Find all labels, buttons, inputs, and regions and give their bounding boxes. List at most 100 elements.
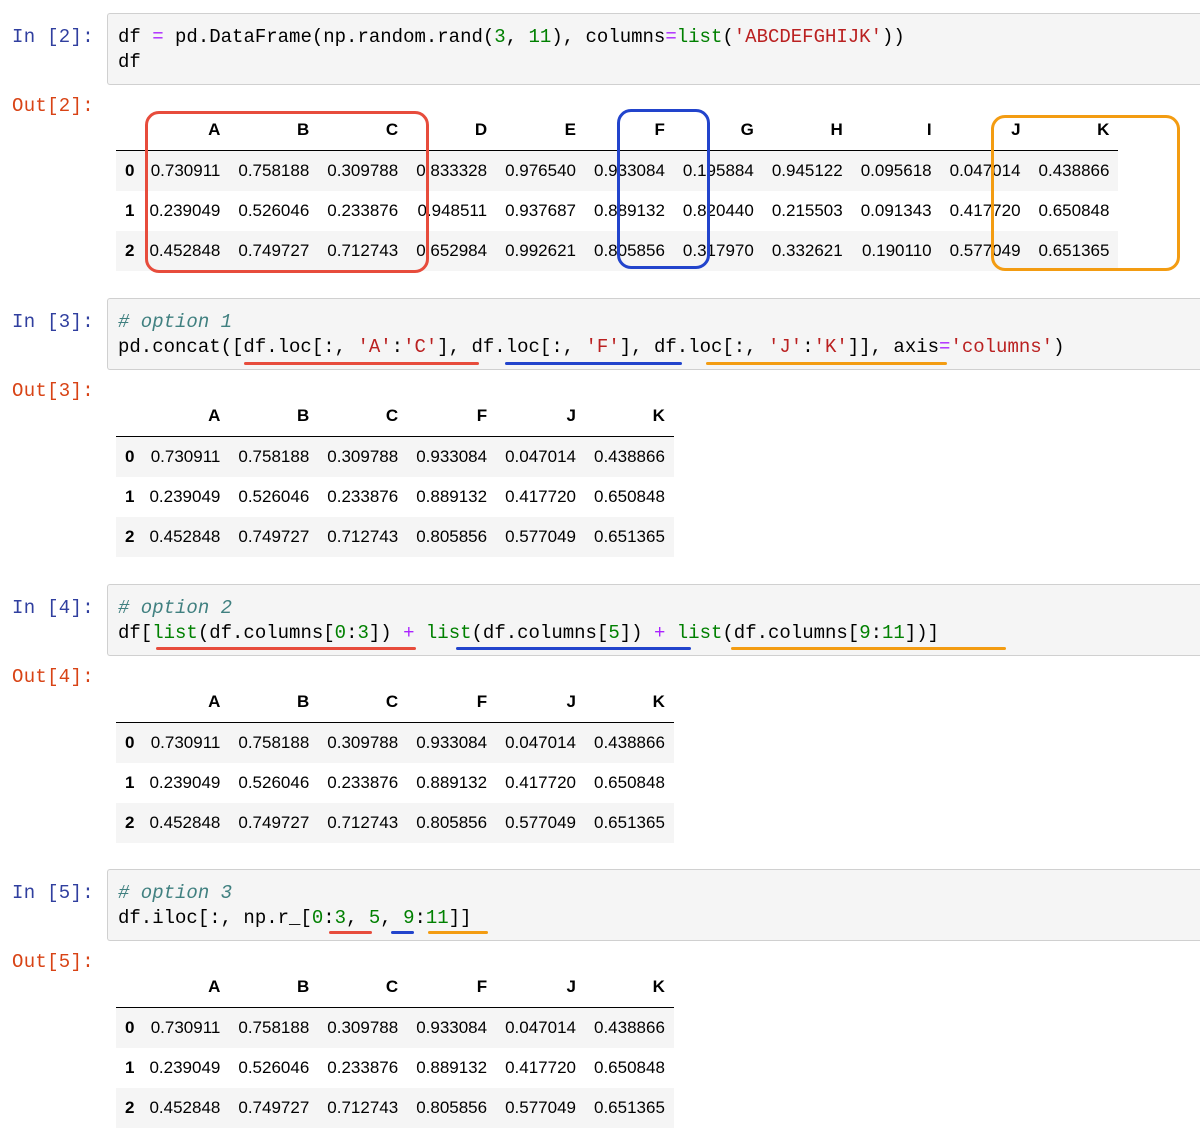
code-token: (df.columns[ bbox=[471, 622, 609, 644]
table-cell: 0.758188 bbox=[238, 1018, 310, 1037]
row-index: 2 bbox=[125, 527, 135, 546]
code-token: 0 bbox=[334, 622, 347, 644]
column-header: C bbox=[318, 396, 408, 437]
code-token: 'J' bbox=[767, 336, 803, 358]
column-header: J bbox=[496, 682, 585, 723]
column-header: D bbox=[407, 110, 497, 151]
code-token: list bbox=[676, 26, 723, 48]
code-cell[interactable]: df = pd.DataFrame(np.random.rand(3, 11),… bbox=[107, 13, 1200, 85]
table-cell: 0.047014 bbox=[505, 447, 576, 466]
table-cell: 0.417720 bbox=[505, 487, 576, 506]
column-header: K bbox=[585, 967, 674, 1008]
table-cell: 0.309788 bbox=[327, 1018, 399, 1037]
table-cell: 0.309788 bbox=[327, 447, 399, 466]
code-token: df bbox=[118, 26, 153, 48]
column-header: K bbox=[1029, 110, 1119, 151]
table-cell: 0.651365 bbox=[1038, 241, 1110, 260]
code-token: ], df.loc[:, bbox=[619, 336, 768, 358]
column-header: J bbox=[496, 396, 585, 437]
column-header: J bbox=[496, 967, 585, 1008]
code-cell[interactable]: # option 3 df.iloc[:, np.r_[0:3, 5, 9:11]… bbox=[107, 869, 1200, 941]
table-header-row: ABCFJK bbox=[116, 967, 674, 1008]
code-token: pd.DataFrame(np.random.rand( bbox=[163, 26, 495, 48]
table-cell: 0.805856 bbox=[416, 813, 488, 832]
code-token: ])] bbox=[904, 622, 940, 644]
column-header: B bbox=[229, 967, 319, 1008]
code-token: pd.concat([df.loc[:, bbox=[118, 336, 358, 358]
code-token: 'columns' bbox=[950, 336, 1054, 358]
table-cell: 0.651365 bbox=[594, 527, 665, 546]
input-prompt: In [5]: bbox=[12, 882, 94, 904]
code-line: # option 1 bbox=[118, 310, 1200, 335]
dataframe-output: A B C F J K 0 0.730911 0.758188 0.309788 0.933084 0… bbox=[116, 967, 674, 1128]
column-header: A bbox=[140, 967, 230, 1008]
table-cell: 0.417720 bbox=[949, 201, 1021, 220]
column-header: B bbox=[229, 682, 319, 723]
table-cell: 0.889132 bbox=[416, 487, 488, 506]
underline-orange bbox=[706, 362, 947, 365]
table-cell: 0.239049 bbox=[149, 201, 221, 220]
column-header: F bbox=[407, 396, 497, 437]
table-cell: 0.577049 bbox=[505, 527, 576, 546]
code-token: = bbox=[665, 26, 677, 48]
column-header: B bbox=[229, 110, 319, 151]
code-token: + bbox=[403, 622, 415, 644]
table-cell: 0.239049 bbox=[149, 773, 221, 792]
table-header-row: ABCFJK bbox=[116, 682, 674, 723]
index-header bbox=[116, 967, 141, 1008]
code-token: df bbox=[118, 51, 141, 73]
table-cell: 0.215503 bbox=[771, 201, 843, 220]
code-token: : bbox=[802, 336, 814, 358]
table-cell: 0.889132 bbox=[594, 201, 665, 220]
code-token: ( bbox=[722, 26, 734, 48]
table-cell: 0.417720 bbox=[505, 1058, 576, 1077]
table-cell: 0.712743 bbox=[327, 527, 399, 546]
index-header bbox=[116, 110, 141, 151]
table-cell: 0.889132 bbox=[416, 773, 488, 792]
code-line: # option 2 bbox=[118, 596, 1200, 621]
table-cell: 0.417720 bbox=[505, 773, 576, 792]
column-header: G bbox=[673, 110, 763, 151]
table-cell: 0.651365 bbox=[594, 1098, 665, 1117]
row-index: 1 bbox=[125, 487, 135, 506]
table-cell: 0.452848 bbox=[149, 241, 221, 260]
table-cell: 0.332621 bbox=[771, 241, 843, 260]
code-token: list bbox=[425, 622, 472, 644]
underline-red bbox=[156, 647, 416, 650]
table-cell: 0.650848 bbox=[594, 1058, 665, 1077]
table-cell: 0.948511 bbox=[417, 201, 488, 220]
table-cell: 0.889132 bbox=[416, 1058, 488, 1077]
code-token: df.iloc[:, np.r_[ bbox=[118, 907, 312, 929]
table-row: 1 0.239049 0.526046 0.233876 0.889132 0.41772… bbox=[116, 763, 674, 803]
table-cell: 0.650848 bbox=[594, 773, 665, 792]
table-cell: 0.651365 bbox=[594, 813, 665, 832]
code-token: 11 bbox=[528, 26, 552, 48]
table-cell: 0.758188 bbox=[238, 733, 310, 752]
code-line: pd.concat([df.loc[:, 'A':'C'], df.loc[:,… bbox=[118, 335, 1200, 360]
table-row: 0 0.730911 0.758188 0.309788 0.933084 0.04701… bbox=[116, 1007, 674, 1048]
code-comment: # option 1 bbox=[118, 311, 233, 333]
code-token: ], df.loc[:, bbox=[437, 336, 586, 358]
underline-red bbox=[329, 931, 372, 934]
code-token: (df.columns[ bbox=[197, 622, 335, 644]
table-cell: 0.833328 bbox=[416, 161, 488, 180]
table-cell: 0.749727 bbox=[238, 241, 310, 260]
table-cell: 0.820440 bbox=[682, 201, 754, 220]
table-header-row: ABCDEFGHIJK bbox=[116, 110, 1119, 151]
column-header: E bbox=[496, 110, 585, 151]
column-header: J bbox=[940, 110, 1030, 151]
table-cell: 0.577049 bbox=[505, 813, 576, 832]
dataframe-output: A B C D E F G H I J K 0 0.730911 0.758188 0.309788 0.83… bbox=[116, 110, 1119, 271]
table-cell: 0.976540 bbox=[505, 161, 576, 180]
code-line: df[list(df.columns[0:3]) + list(df.colum… bbox=[118, 621, 1200, 646]
row-index: 0 bbox=[125, 161, 135, 180]
underline-blue bbox=[456, 647, 691, 650]
column-header: H bbox=[762, 110, 852, 151]
code-cell[interactable]: # option 1 pd.concat([df.loc[:, 'A':'C'],… bbox=[107, 298, 1200, 370]
code-token: : bbox=[870, 622, 883, 644]
table-cell: 0.937687 bbox=[505, 201, 576, 220]
code-cell[interactable]: # option 2 df[list(df.columns[0:3]) + lis… bbox=[107, 584, 1200, 656]
column-header: I bbox=[851, 110, 941, 151]
column-header: K bbox=[585, 682, 674, 723]
